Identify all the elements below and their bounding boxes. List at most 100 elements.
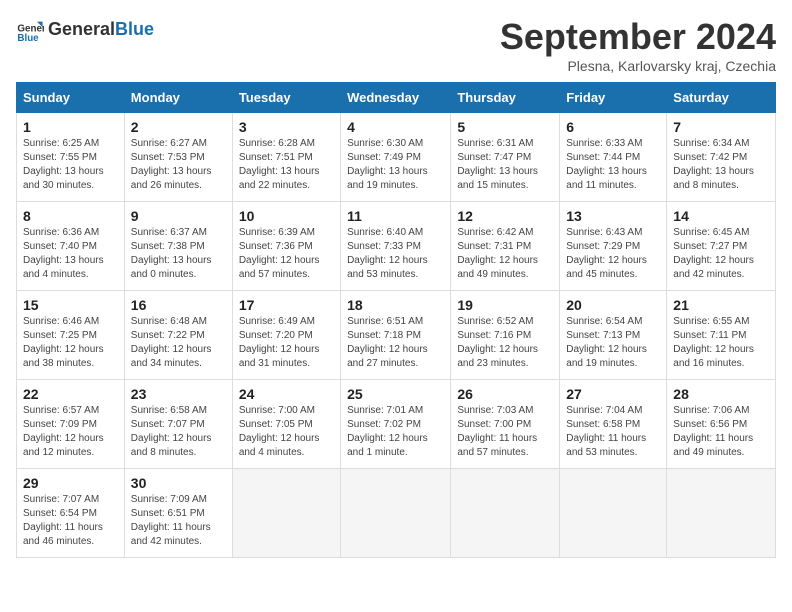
calendar-cell: 18 Sunrise: 6:51 AMSunset: 7:18 PMDayligh… [341, 291, 451, 380]
logo-general-text: General [48, 19, 115, 39]
day-info: Sunrise: 6:54 AMSunset: 7:13 PMDaylight:… [566, 315, 660, 371]
day-info: Sunrise: 6:52 AMSunset: 7:16 PMDaylight:… [457, 315, 553, 371]
day-info: Sunrise: 6:34 AMSunset: 7:42 PMDaylight:… [673, 137, 769, 193]
calendar-cell: 14 Sunrise: 6:45 AMSunset: 7:27 PMDayligh… [667, 202, 776, 291]
calendar-week-row: 22 Sunrise: 6:57 AMSunset: 7:09 PMDayligh… [17, 380, 776, 469]
day-info: Sunrise: 6:27 AMSunset: 7:53 PMDaylight:… [131, 137, 226, 193]
day-number: 23 [131, 386, 226, 402]
calendar-cell: 4 Sunrise: 6:30 AMSunset: 7:49 PMDaylight… [341, 113, 451, 202]
day-number: 9 [131, 208, 226, 224]
col-wednesday: Wednesday [341, 83, 451, 113]
day-info: Sunrise: 6:55 AMSunset: 7:11 PMDaylight:… [673, 315, 769, 371]
calendar-cell: 29Sunrise: 7:07 AMSunset: 6:54 PMDayligh… [17, 469, 125, 558]
calendar-week-row: 8 Sunrise: 6:36 AMSunset: 7:40 PMDaylight… [17, 202, 776, 291]
title-area: September 2024 Plesna, Karlovarsky kraj,… [500, 16, 776, 74]
logo-icon: General Blue [16, 16, 44, 44]
day-info: Sunrise: 6:37 AMSunset: 7:38 PMDaylight:… [131, 226, 226, 282]
col-sunday: Sunday [17, 83, 125, 113]
calendar-cell: 20 Sunrise: 6:54 AMSunset: 7:13 PMDayligh… [560, 291, 667, 380]
logo-blue-text: Blue [115, 19, 154, 39]
day-info: Sunrise: 6:43 AMSunset: 7:29 PMDaylight:… [566, 226, 660, 282]
calendar-cell [232, 469, 340, 558]
day-info: Sunrise: 7:01 AMSunset: 7:02 PMDaylight:… [347, 404, 444, 460]
calendar-cell: 6 Sunrise: 6:33 AMSunset: 7:44 PMDaylight… [560, 113, 667, 202]
calendar-cell [560, 469, 667, 558]
day-info: Sunrise: 6:30 AMSunset: 7:49 PMDaylight:… [347, 137, 444, 193]
calendar-cell: 1 Sunrise: 6:25 AMSunset: 7:55 PMDaylight… [17, 113, 125, 202]
calendar-table: Sunday Monday Tuesday Wednesday Thursday… [16, 82, 776, 558]
day-info: Sunrise: 6:36 AMSunset: 7:40 PMDaylight:… [23, 226, 118, 282]
day-number: 11 [347, 208, 444, 224]
day-number: 27 [566, 386, 660, 402]
calendar-week-row: 29Sunrise: 7:07 AMSunset: 6:54 PMDayligh… [17, 469, 776, 558]
day-info: Sunrise: 6:51 AMSunset: 7:18 PMDaylight:… [347, 315, 444, 371]
day-info: Sunrise: 6:25 AMSunset: 7:55 PMDaylight:… [23, 137, 118, 193]
day-info: Sunrise: 7:07 AMSunset: 6:54 PMDaylight:… [23, 493, 118, 549]
day-number: 7 [673, 119, 769, 135]
page-header: General Blue GeneralBlue September 2024 … [16, 16, 776, 74]
day-info: Sunrise: 7:04 AMSunset: 6:58 PMDaylight:… [566, 404, 660, 460]
day-info: Sunrise: 6:46 AMSunset: 7:25 PMDaylight:… [23, 315, 118, 371]
day-info: Sunrise: 6:42 AMSunset: 7:31 PMDaylight:… [457, 226, 553, 282]
calendar-cell: 22 Sunrise: 6:57 AMSunset: 7:09 PMDayligh… [17, 380, 125, 469]
calendar-cell: 12Sunrise: 6:42 AMSunset: 7:31 PMDayligh… [451, 202, 560, 291]
calendar-cell: 16Sunrise: 6:48 AMSunset: 7:22 PMDayligh… [124, 291, 232, 380]
day-info: Sunrise: 6:39 AMSunset: 7:36 PMDaylight:… [239, 226, 334, 282]
col-friday: Friday [560, 83, 667, 113]
day-number: 26 [457, 386, 553, 402]
day-number: 22 [23, 386, 118, 402]
calendar-cell: 2 Sunrise: 6:27 AMSunset: 7:53 PMDaylight… [124, 113, 232, 202]
location-subtitle: Plesna, Karlovarsky kraj, Czechia [500, 58, 776, 74]
calendar-cell: 17 Sunrise: 6:49 AMSunset: 7:20 PMDayligh… [232, 291, 340, 380]
col-monday: Monday [124, 83, 232, 113]
calendar-cell: 19 Sunrise: 6:52 AMSunset: 7:16 PMDayligh… [451, 291, 560, 380]
day-number: 5 [457, 119, 553, 135]
day-number: 13 [566, 208, 660, 224]
calendar-cell: 15Sunrise: 6:46 AMSunset: 7:25 PMDayligh… [17, 291, 125, 380]
calendar-cell: 3 Sunrise: 6:28 AMSunset: 7:51 PMDaylight… [232, 113, 340, 202]
day-number: 18 [347, 297, 444, 313]
day-number: 24 [239, 386, 334, 402]
logo: General Blue GeneralBlue [16, 16, 154, 44]
day-info: Sunrise: 6:57 AMSunset: 7:09 PMDaylight:… [23, 404, 118, 460]
calendar-week-row: 1 Sunrise: 6:25 AMSunset: 7:55 PMDaylight… [17, 113, 776, 202]
day-number: 3 [239, 119, 334, 135]
day-number: 2 [131, 119, 226, 135]
day-number: 16 [131, 297, 226, 313]
day-info: Sunrise: 6:31 AMSunset: 7:47 PMDaylight:… [457, 137, 553, 193]
day-info: Sunrise: 6:28 AMSunset: 7:51 PMDaylight:… [239, 137, 334, 193]
day-info: Sunrise: 7:06 AMSunset: 6:56 PMDaylight:… [673, 404, 769, 460]
day-info: Sunrise: 6:49 AMSunset: 7:20 PMDaylight:… [239, 315, 334, 371]
calendar-cell: 23 Sunrise: 6:58 AMSunset: 7:07 PMDayligh… [124, 380, 232, 469]
day-number: 6 [566, 119, 660, 135]
day-info: Sunrise: 6:58 AMSunset: 7:07 PMDaylight:… [131, 404, 226, 460]
day-number: 20 [566, 297, 660, 313]
calendar-cell: 13 Sunrise: 6:43 AMSunset: 7:29 PMDayligh… [560, 202, 667, 291]
day-info: Sunrise: 6:40 AMSunset: 7:33 PMDaylight:… [347, 226, 444, 282]
day-number: 21 [673, 297, 769, 313]
month-title: September 2024 [500, 16, 776, 58]
day-info: Sunrise: 7:00 AMSunset: 7:05 PMDaylight:… [239, 404, 334, 460]
day-number: 14 [673, 208, 769, 224]
svg-text:Blue: Blue [17, 33, 39, 44]
day-info: Sunrise: 6:45 AMSunset: 7:27 PMDaylight:… [673, 226, 769, 282]
calendar-header-row: Sunday Monday Tuesday Wednesday Thursday… [17, 83, 776, 113]
day-info: Sunrise: 6:33 AMSunset: 7:44 PMDaylight:… [566, 137, 660, 193]
calendar-cell: 27 Sunrise: 7:04 AMSunset: 6:58 PMDayligh… [560, 380, 667, 469]
calendar-body: 1 Sunrise: 6:25 AMSunset: 7:55 PMDaylight… [17, 113, 776, 558]
day-number: 1 [23, 119, 118, 135]
day-number: 28 [673, 386, 769, 402]
calendar-cell: 21 Sunrise: 6:55 AMSunset: 7:11 PMDayligh… [667, 291, 776, 380]
col-tuesday: Tuesday [232, 83, 340, 113]
calendar-cell: 25Sunrise: 7:01 AMSunset: 7:02 PMDayligh… [341, 380, 451, 469]
calendar-cell: 7 Sunrise: 6:34 AMSunset: 7:42 PMDaylight… [667, 113, 776, 202]
day-number: 19 [457, 297, 553, 313]
calendar-cell: 5 Sunrise: 6:31 AMSunset: 7:47 PMDaylight… [451, 113, 560, 202]
day-number: 4 [347, 119, 444, 135]
day-info: Sunrise: 7:09 AMSunset: 6:51 PMDaylight:… [131, 493, 226, 549]
calendar-cell: 30Sunrise: 7:09 AMSunset: 6:51 PMDayligh… [124, 469, 232, 558]
day-number: 17 [239, 297, 334, 313]
day-info: Sunrise: 7:03 AMSunset: 7:00 PMDaylight:… [457, 404, 553, 460]
day-number: 8 [23, 208, 118, 224]
day-number: 10 [239, 208, 334, 224]
